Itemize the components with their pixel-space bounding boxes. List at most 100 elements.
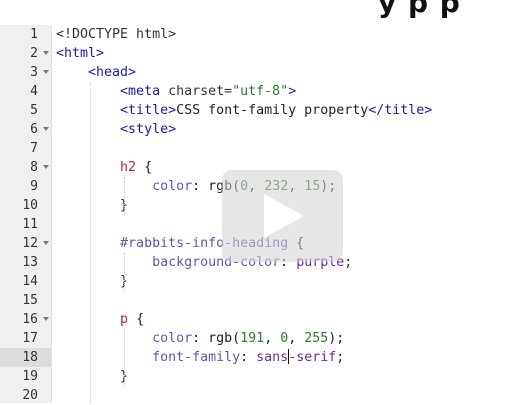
code-token: { xyxy=(128,312,145,327)
code-text: color: rgb(191, 0, 255); xyxy=(56,329,344,348)
line-number: 15 xyxy=(22,293,38,308)
code-line[interactable]: 14 } xyxy=(0,272,530,291)
line-number-cell: 9 xyxy=(0,177,51,196)
code-token: <!DOCTYPE html> xyxy=(56,27,177,42)
code-line[interactable]: 7 xyxy=(0,139,530,158)
code-token: h2 xyxy=(120,160,137,175)
heading-fragment: y p p xyxy=(378,0,461,19)
code-text: <title>CSS font-family property</title> xyxy=(56,101,432,120)
code-token: ); xyxy=(328,331,345,346)
code-text: h2 { xyxy=(56,158,152,177)
line-number-cell: 13 xyxy=(0,253,51,272)
line-number: 6 xyxy=(30,122,38,137)
line-number-cell: 16 xyxy=(0,310,51,329)
line-number: 20 xyxy=(22,388,38,403)
line-number: 5 xyxy=(30,103,38,118)
line-number-cell: 11 xyxy=(0,215,51,234)
code-line[interactable]: 15 xyxy=(0,291,530,310)
code-text: } xyxy=(56,272,128,291)
code-token: : xyxy=(192,179,209,194)
code-token: , xyxy=(264,331,281,346)
code-text: } xyxy=(56,196,128,215)
code-line[interactable]: 17 color: rgb(191, 0, 255); xyxy=(0,329,530,348)
code-text: p { xyxy=(56,310,144,329)
line-number: 8 xyxy=(30,160,38,175)
code-line[interactable]: 4 <meta charset="utf-8"> xyxy=(0,82,530,101)
code-text: <style> xyxy=(56,120,176,139)
indent-guide xyxy=(124,329,125,386)
code-token: color xyxy=(152,331,193,346)
fold-arrow-icon[interactable] xyxy=(43,70,49,74)
fold-arrow-icon[interactable] xyxy=(43,127,49,131)
line-number-cell: 3 xyxy=(0,63,51,82)
video-play-button[interactable] xyxy=(222,170,343,262)
code-line[interactable]: 20 xyxy=(0,386,530,405)
fold-arrow-icon[interactable] xyxy=(43,241,49,245)
code-text: <head> xyxy=(56,63,136,82)
code-token: , xyxy=(288,331,305,346)
line-number-cell: 1 xyxy=(0,25,51,44)
line-number-cell: 10 xyxy=(0,196,51,215)
code-token: "utf-8" xyxy=(232,84,289,99)
line-number: 10 xyxy=(22,198,38,213)
line-number: 12 xyxy=(22,236,38,251)
code-token: <html> xyxy=(56,46,105,61)
code-text: font-family: sans-serif; xyxy=(56,348,344,367)
code-editor[interactable]: 1 <!DOCTYPE html> 2 <html> 3 <head> 4 <meta c… xyxy=(0,25,530,403)
line-number-cell: 19 xyxy=(0,367,51,386)
code-line[interactable]: 1 <!DOCTYPE html> xyxy=(0,25,530,44)
code-token: 191 xyxy=(240,331,265,346)
code-line[interactable]: 6 <style> xyxy=(0,120,530,139)
code-token: -serif xyxy=(288,350,337,365)
line-number-cell: 12 xyxy=(0,234,51,253)
play-icon xyxy=(264,194,304,238)
code-token: charset= xyxy=(160,84,233,99)
code-token: <style> xyxy=(120,122,177,137)
code-token: : xyxy=(240,350,257,365)
code-line[interactable]: 18 font-family: sans-serif; xyxy=(0,348,530,367)
line-number: 13 xyxy=(22,255,38,270)
code-token: <title> xyxy=(120,103,177,118)
code-line[interactable]: 16 p { xyxy=(0,310,530,329)
code-line[interactable]: 3 <head> xyxy=(0,63,530,82)
indent-guide xyxy=(124,253,125,291)
code-token: rgb( xyxy=(208,331,241,346)
indent-guide xyxy=(124,177,125,215)
line-number: 16 xyxy=(22,312,38,327)
code-line[interactable]: 5 <title>CSS font-family property</title… xyxy=(0,101,530,120)
line-number-cell: 14 xyxy=(0,272,51,291)
code-line[interactable]: 2 <html> xyxy=(0,44,530,63)
code-text: <!DOCTYPE html> xyxy=(56,25,176,44)
line-number: 2 xyxy=(30,46,38,61)
code-line[interactable]: 19 } xyxy=(0,367,530,386)
line-number: 9 xyxy=(30,179,38,194)
fold-arrow-icon[interactable] xyxy=(43,317,49,321)
line-number: 3 xyxy=(30,65,38,80)
line-number-cell: 15 xyxy=(0,291,51,310)
code-token: : xyxy=(192,331,209,346)
line-number-cell: 7 xyxy=(0,139,51,158)
line-number: 11 xyxy=(22,217,38,232)
code-text: <html> xyxy=(56,44,104,63)
code-text: <meta charset="utf-8"> xyxy=(56,82,296,101)
code-token: ; xyxy=(336,350,345,365)
fold-arrow-icon[interactable] xyxy=(43,51,49,55)
code-token: 255 xyxy=(304,331,329,346)
fold-arrow-icon[interactable] xyxy=(43,165,49,169)
line-number-cell: 4 xyxy=(0,82,51,101)
code-token: > xyxy=(288,84,297,99)
line-number: 1 xyxy=(30,27,38,42)
code-token: p xyxy=(120,312,129,327)
code-text: } xyxy=(56,367,128,386)
code-token: <head> xyxy=(88,65,137,80)
code-token: font-family xyxy=(152,350,241,365)
